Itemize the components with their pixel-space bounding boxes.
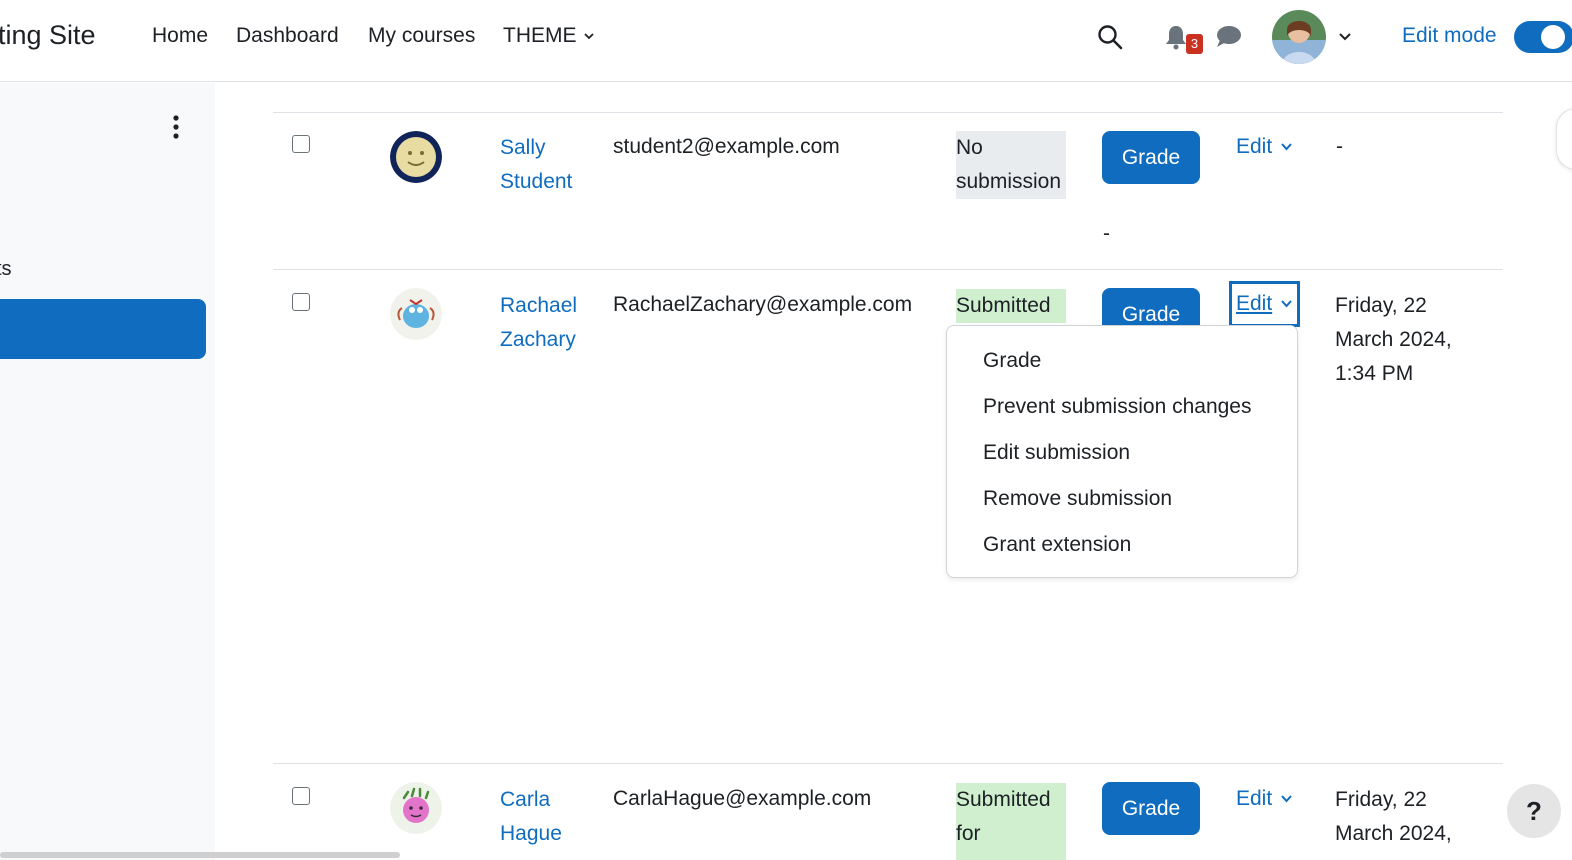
edit-label: Edit [1236,787,1273,810]
student-email: RachaelZachary@example.com [613,293,913,316]
menu-item-prevent-submission-changes[interactable]: Prevent submission changes [947,386,1297,432]
date-line: Friday, 22 [1335,294,1427,317]
menu-item-grade[interactable]: Grade [947,340,1297,386]
last-name: Zachary [500,328,576,351]
first-name: Rachael [500,294,578,317]
grade-button[interactable]: Grade [1102,782,1200,835]
nav-home[interactable]: Home [152,24,208,48]
nav-my-courses[interactable]: My courses [368,24,475,48]
nav-dashboard[interactable]: Dashboard [236,24,339,48]
kebab-menu-icon[interactable] [170,114,182,142]
edit-dropdown-menu: Grade Prevent submission changes Edit su… [946,325,1298,578]
toggle-knob [1541,25,1565,49]
first-name: Carla [500,788,551,811]
date-line: 1:34 PM [1335,362,1414,385]
status-badge: Submitted for [956,783,1066,860]
message-bubble-icon[interactable] [1215,25,1242,49]
chevron-down-icon[interactable] [1338,31,1352,43]
select-checkbox[interactable] [292,787,310,805]
student-avatar [390,288,442,340]
menu-item-remove-submission[interactable]: Remove submission [947,478,1297,524]
student-name-link[interactable]: Sally Student [500,131,572,199]
chevron-down-icon [583,33,594,40]
edit-label: Edit [1236,292,1273,315]
row-divider [273,269,1503,270]
nav-theme-label: THEME [503,24,577,47]
menu-item-grant-extension[interactable]: Grant extension [947,524,1297,570]
student-email: student2@example.com [613,135,840,158]
last-modified-date: Friday, 22 March 2024, [1335,783,1475,851]
last-modified: - [1336,135,1343,158]
bell-icon[interactable] [1164,24,1188,50]
site-name[interactable]: ting Site [0,20,96,51]
status-line: Submitted [956,788,1051,811]
date-line: March 2024, [1335,822,1452,845]
date-line: Friday, 22 [1335,788,1427,811]
status-line: submission [956,170,1062,193]
grade-button[interactable]: Grade [1102,131,1200,184]
right-drawer-toggle[interactable] [1556,108,1572,170]
status-line: Submitted [956,294,1051,317]
user-avatar[interactable] [1272,10,1326,64]
edit-dropdown-open[interactable]: Edit [1228,281,1301,327]
edit-label: Edit [1236,135,1273,158]
notification-count-badge: 3 [1186,34,1203,54]
row-divider [273,112,1503,113]
grade-value: - [1103,222,1110,245]
student-avatar [390,131,442,183]
drawer-active-item[interactable] [0,299,206,359]
first-name: Sally [500,136,546,159]
chevron-down-icon [1281,795,1292,803]
student-name-link[interactable]: Rachael Zachary [500,289,577,357]
last-name: Hague [500,822,562,845]
date-line: March 2024, [1335,328,1452,351]
select-checkbox[interactable] [292,293,310,311]
search-icon[interactable] [1097,24,1123,50]
nav-theme-dropdown[interactable]: THEME [503,24,595,48]
edit-dropdown[interactable]: Edit [1236,787,1293,811]
status-badge: No submission [956,131,1066,199]
last-modified-date: Friday, 22 March 2024, 1:34 PM [1335,289,1475,391]
status-line: for [956,822,981,845]
last-name: Student [500,170,573,193]
drawer-partial-text[interactable]: ts [0,258,12,281]
status-badge: Submitted [956,289,1066,323]
student-name-link[interactable]: Carla Hague [500,783,562,851]
chevron-down-icon [1281,300,1292,308]
edit-mode-label: Edit mode [1402,24,1497,47]
course-index-drawer [0,83,215,860]
help-button[interactable]: ? [1507,784,1561,838]
student-avatar [390,782,442,834]
status-line: No [956,136,983,159]
top-navbar: ting Site Home Dashboard My courses THEM… [0,0,1572,82]
student-email: CarlaHague@example.com [613,787,872,810]
row-divider [273,763,1503,764]
select-checkbox[interactable] [292,135,310,153]
chevron-down-icon [1281,143,1292,151]
edit-dropdown[interactable]: Edit [1236,135,1293,159]
horizontal-scrollbar[interactable] [0,852,400,858]
menu-item-edit-submission[interactable]: Edit submission [947,432,1297,478]
